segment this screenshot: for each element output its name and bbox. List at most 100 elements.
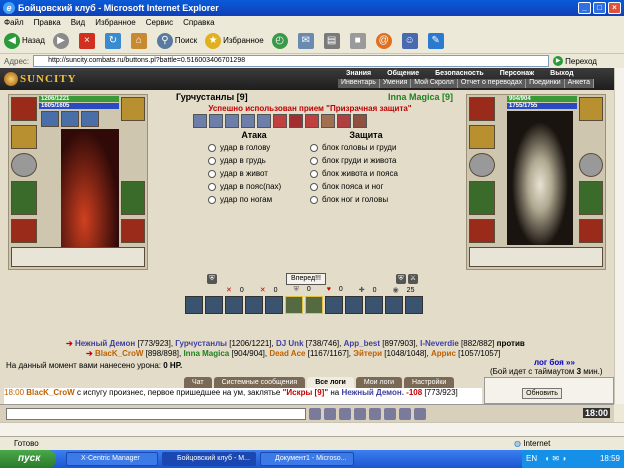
- right-weapon-slot[interactable]: [579, 97, 603, 121]
- history-button[interactable]: ◴: [271, 32, 290, 49]
- player1-name[interactable]: Гурчустанлы [9]: [176, 92, 248, 102]
- channels-icon[interactable]: [384, 407, 396, 420]
- left-armor-slot[interactable]: [11, 181, 37, 215]
- skill-slot[interactable]: [265, 296, 283, 314]
- skill-slot[interactable]: [385, 296, 403, 314]
- radio-icon[interactable]: [310, 156, 318, 165]
- left-ring3-slot[interactable]: [81, 111, 99, 127]
- block-legs-head-option[interactable]: блок ног и головы: [306, 193, 426, 206]
- tab-chat[interactable]: Чат: [184, 377, 212, 388]
- team2-member[interactable]: Эйтери [1048/1048]: [353, 349, 426, 358]
- home-button[interactable]: ⌂: [130, 32, 149, 49]
- attack-groin-option[interactable]: удар в пояс(пах): [204, 180, 304, 193]
- task-document[interactable]: Документ1 - Microso...: [260, 452, 354, 466]
- right-helmet-slot[interactable]: [469, 97, 495, 121]
- right-armor-slot[interactable]: [469, 181, 495, 215]
- tab-settings[interactable]: Настройки: [404, 377, 455, 388]
- skill-slot[interactable]: [365, 296, 383, 314]
- forward-attack-button[interactable]: Вперед!!!: [286, 273, 326, 285]
- site-logo[interactable]: SUNCITY: [4, 70, 94, 88]
- skill-slot[interactable]: [325, 296, 343, 314]
- print-button[interactable]: ▤: [323, 32, 342, 49]
- left-potion-belt[interactable]: [11, 247, 145, 267]
- right-boots-slot[interactable]: [469, 219, 495, 243]
- trick-slot[interactable]: [209, 114, 223, 128]
- left-weapon-slot[interactable]: [121, 97, 145, 121]
- right-cloak-slot[interactable]: [579, 181, 603, 215]
- nav-skills[interactable]: Умения: [380, 79, 412, 88]
- skill-slot-active[interactable]: [285, 296, 303, 314]
- left-amulet-slot[interactable]: [11, 125, 37, 149]
- menu-view[interactable]: Вид: [71, 18, 85, 27]
- team2-member[interactable]: BlacK_CroW [898/898]: [95, 349, 179, 358]
- start-button[interactable]: пуск: [0, 450, 56, 468]
- skill-slot[interactable]: [345, 296, 363, 314]
- minimize-button[interactable]: _: [578, 2, 591, 14]
- nav-fights[interactable]: Поединки: [526, 79, 565, 88]
- radio-icon[interactable]: [208, 182, 216, 191]
- left-boots-slot[interactable]: [11, 219, 37, 243]
- skill-slot-active[interactable]: [305, 296, 323, 314]
- trick-slot[interactable]: [225, 114, 239, 128]
- right-amulet-slot[interactable]: [469, 125, 495, 149]
- tab-all-logs[interactable]: Все логи: [307, 377, 354, 388]
- nav-my-scroll[interactable]: Мой Скролл: [411, 79, 458, 88]
- chat-refresh-button[interactable]: Обновить: [522, 388, 562, 399]
- right-potion-belt[interactable]: [469, 247, 603, 267]
- trick-slot[interactable]: [257, 114, 271, 128]
- right-shield-slot[interactable]: [469, 153, 495, 177]
- right-offhand-slot[interactable]: [579, 153, 603, 177]
- attack-belly-option[interactable]: удар в живот: [204, 167, 304, 180]
- attack-head-option[interactable]: удар в голову: [204, 141, 304, 154]
- filter-icon[interactable]: [354, 407, 366, 420]
- left-helmet-slot[interactable]: [11, 97, 37, 121]
- attack-legs-option[interactable]: удар по ногам: [204, 193, 304, 206]
- player2-name[interactable]: Inna Magica [9]: [388, 92, 453, 102]
- clear-icon[interactable]: [339, 407, 351, 420]
- horizontal-scrollbar[interactable]: [0, 422, 624, 436]
- team1-member[interactable]: Гурчустанлы [1206/1221]: [175, 339, 271, 348]
- radio-icon[interactable]: [310, 143, 318, 152]
- tab-system-messages[interactable]: Системные сообщения: [213, 377, 306, 388]
- mail-button[interactable]: ✉: [297, 32, 316, 49]
- nav-character[interactable]: Персонаж: [492, 70, 542, 79]
- research-button[interactable]: ✎: [427, 32, 446, 49]
- close-button[interactable]: ×: [608, 2, 621, 14]
- at-button[interactable]: @: [375, 32, 394, 49]
- nav-exit[interactable]: Выход: [542, 70, 581, 79]
- block-belly-waist-option[interactable]: блок живота и пояса: [306, 167, 426, 180]
- left-ring2-slot[interactable]: [61, 111, 79, 127]
- forward-nav-button[interactable]: ▶: [52, 32, 71, 49]
- smile-icon[interactable]: [324, 407, 336, 420]
- nav-inventory[interactable]: Инвентарь: [338, 79, 380, 88]
- send-icon[interactable]: [309, 407, 321, 420]
- skill-slot[interactable]: [225, 296, 243, 314]
- team1-member[interactable]: App_best [897/903]: [344, 339, 416, 348]
- maximize-button[interactable]: □: [593, 2, 606, 14]
- right-gloves-slot[interactable]: [579, 219, 603, 243]
- block-chest-belly-option[interactable]: блок груди и живота: [306, 154, 426, 167]
- nav-profile[interactable]: Анкета: [565, 79, 594, 88]
- radio-icon[interactable]: [208, 169, 216, 178]
- radio-icon[interactable]: [310, 182, 318, 191]
- favorites-button[interactable]: ★ Избранное: [205, 32, 264, 49]
- menu-tools[interactable]: Сервис: [146, 18, 173, 27]
- menu-favorites[interactable]: Избранное: [95, 18, 136, 27]
- messenger-button[interactable]: ☺: [401, 32, 420, 49]
- team1-member[interactable]: DJ Unk [738/746]: [276, 339, 339, 348]
- trick-slot[interactable]: [353, 114, 367, 128]
- team1-member[interactable]: I-Neverdie [882/882]: [420, 339, 494, 348]
- radio-icon[interactable]: [208, 143, 216, 152]
- team2-member[interactable]: Dead Ace [1167/1167]: [269, 349, 348, 358]
- skill-slot[interactable]: [245, 296, 263, 314]
- skill-slot[interactable]: [205, 296, 223, 314]
- trick-slot[interactable]: [289, 114, 303, 128]
- radio-icon[interactable]: [310, 195, 318, 204]
- trick-slot[interactable]: [321, 114, 335, 128]
- attack-chest-option[interactable]: удар в грудь: [204, 154, 304, 167]
- battle-log-link[interactable]: лог боя »»: [534, 358, 575, 367]
- refresh-page-button[interactable]: ↻: [104, 32, 123, 49]
- team2-member[interactable]: Inna Magica [904/904]: [183, 349, 264, 358]
- language-indicator[interactable]: EN: [526, 454, 537, 463]
- go-button[interactable]: ▶ Переход: [553, 56, 597, 66]
